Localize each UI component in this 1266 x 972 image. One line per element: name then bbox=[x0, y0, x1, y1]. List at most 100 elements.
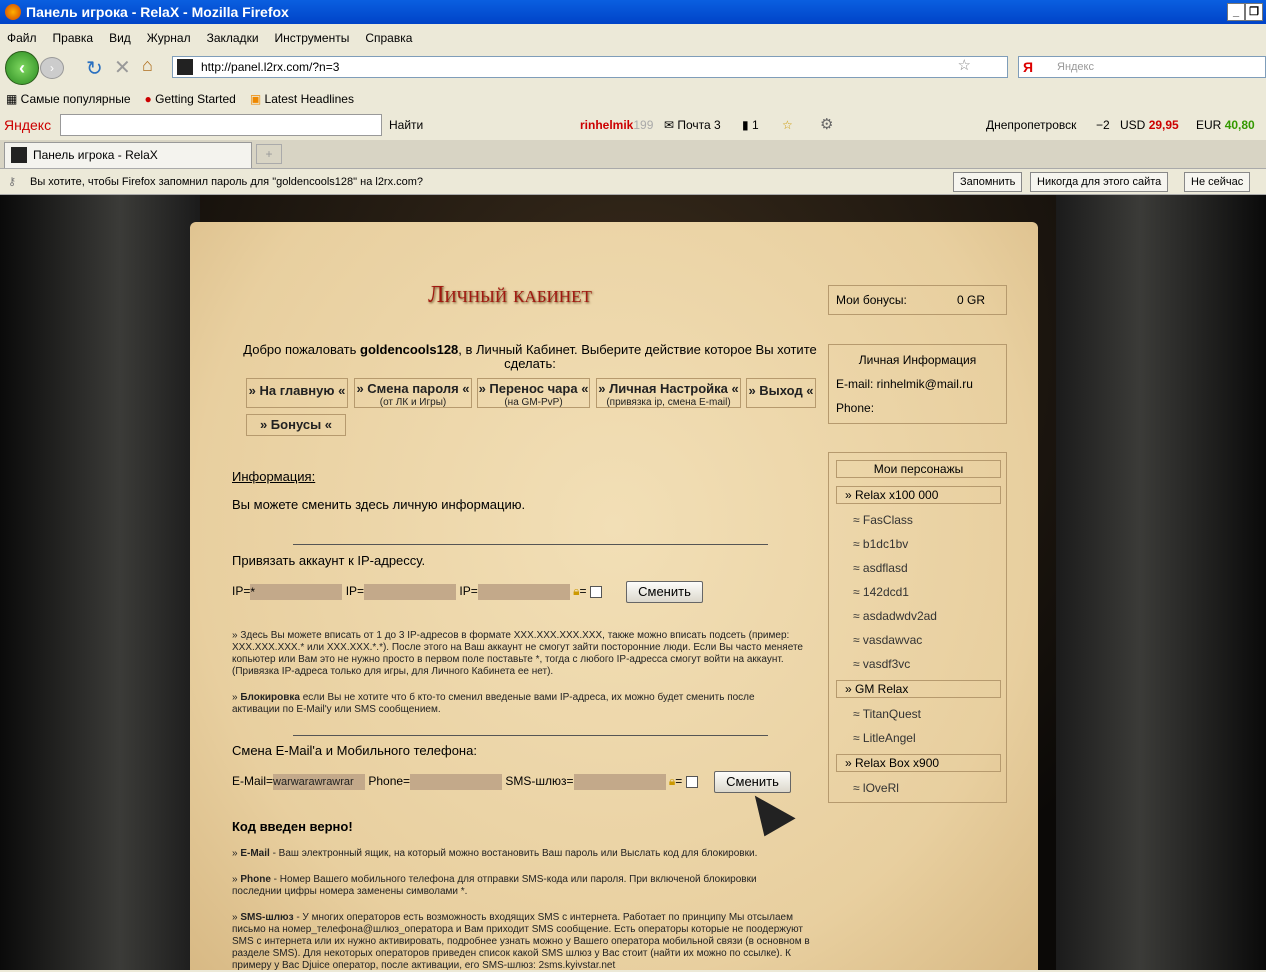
not-now-button[interactable]: Не сейчас bbox=[1184, 172, 1251, 192]
help-term: Phone bbox=[240, 874, 271, 885]
server-gm-relax[interactable]: » GM Relax bbox=[836, 680, 1001, 698]
mail-label: Почта 3 bbox=[677, 118, 721, 132]
minimize-button[interactable]: _ bbox=[1227, 3, 1245, 21]
yandex-search-input[interactable] bbox=[60, 114, 382, 136]
tab-label: Панель игрока - RelaX bbox=[33, 148, 158, 162]
char-item[interactable]: ≈ b1dc1bv bbox=[853, 537, 908, 551]
char-prefix: ≈ bbox=[853, 633, 863, 647]
forward-button[interactable]: › bbox=[40, 57, 64, 79]
nav-transfer-char[interactable]: » Перенос чара «(на GM-PvP) bbox=[477, 378, 590, 408]
bookmark-getting-started[interactable]: ● Getting Started bbox=[145, 88, 236, 110]
weather-city[interactable]: Днепропетровск bbox=[986, 112, 1076, 138]
personal-info-box: Личная Информация E-mail: rinhelmik@mail… bbox=[828, 344, 1007, 424]
menu-tools[interactable]: Инструменты bbox=[275, 26, 350, 50]
notification-count[interactable]: ▮ 1 bbox=[742, 112, 759, 138]
menu-edit[interactable]: Правка bbox=[53, 26, 94, 50]
nav-bonuses[interactable]: » Бонусы « bbox=[246, 414, 346, 436]
firefox-icon: ● bbox=[144, 92, 152, 106]
stop-icon[interactable]: ✕ bbox=[114, 55, 131, 80]
char-name: vasdawvac bbox=[862, 633, 923, 647]
window-title: Панель игрока - RelaX - Mozilla Firefox bbox=[26, 4, 289, 20]
mail-button[interactable]: ✉ Почта 3 bbox=[664, 112, 721, 138]
welcome-username: goldencools128 bbox=[360, 342, 459, 357]
eur-label: EUR bbox=[1196, 118, 1222, 132]
bookmark-latest-headlines[interactable]: ▣ Latest Headlines bbox=[250, 88, 354, 110]
nav-label: » Смена пароля « bbox=[356, 381, 470, 396]
ip-input-1[interactable]: * bbox=[250, 584, 343, 600]
gargoyle-left-image bbox=[0, 195, 200, 970]
yandex-logo[interactable]: Яндекс bbox=[4, 112, 51, 138]
menu-bar: Файл Правка Вид Журнал Закладки Инструме… bbox=[0, 26, 1266, 50]
menu-history[interactable]: Журнал bbox=[147, 26, 191, 50]
server-relax-x100000[interactable]: » Relax x100 000 bbox=[836, 486, 1001, 504]
char-item[interactable]: ≈ TitanQuest bbox=[853, 707, 921, 721]
bonus-value: 0 GR bbox=[957, 293, 986, 307]
nav-personal-settings[interactable]: » Личная Настройка «(привязка ip, смена … bbox=[596, 378, 741, 408]
char-name: 142dcd1 bbox=[862, 585, 909, 599]
yandex-user[interactable]: rinhelmik199 bbox=[580, 112, 653, 138]
back-button[interactable]: ‹ bbox=[5, 51, 39, 85]
yandex-find-button[interactable]: Найти bbox=[389, 112, 423, 138]
tab-panel[interactable]: Панель игрока - RelaX bbox=[4, 142, 252, 168]
divider bbox=[293, 735, 768, 736]
gear-icon[interactable]: ⚙ bbox=[820, 112, 833, 138]
menu-view[interactable]: Вид bbox=[109, 26, 131, 50]
never-button[interactable]: Никогда для этого сайта bbox=[1030, 172, 1169, 192]
ip-lock-checkbox[interactable] bbox=[589, 586, 602, 598]
url-text: http://panel.l2rx.com/?n=3 bbox=[201, 60, 340, 74]
bookmark-most-visited[interactable]: ▦ Самые популярные bbox=[6, 88, 131, 110]
char-item[interactable]: ≈ 142dcd1 bbox=[853, 585, 909, 599]
email-label: E-Mail= bbox=[232, 774, 274, 789]
nav-home[interactable]: » На главную « bbox=[246, 378, 348, 408]
new-tab-button[interactable]: + bbox=[256, 144, 282, 164]
ip-help-content: Здесь Вы можете вписать от 1 до 3 IP-адр… bbox=[232, 630, 803, 677]
char-name: TitanQuest bbox=[862, 707, 921, 721]
char-item[interactable]: ≈ FasClass bbox=[853, 513, 913, 527]
char-item[interactable]: ≈ LitleAngel bbox=[853, 731, 916, 745]
ip-input-2[interactable] bbox=[364, 584, 457, 600]
char-item[interactable]: ≈ asdadwdv2ad bbox=[853, 609, 937, 623]
menu-help[interactable]: Справка bbox=[365, 26, 412, 50]
firefox-icon bbox=[5, 4, 21, 20]
reload-icon[interactable]: ↻ bbox=[86, 56, 103, 81]
phone-input[interactable] bbox=[410, 774, 503, 790]
char-item[interactable]: ≈ vasdawvac bbox=[853, 633, 922, 647]
eur-value: 40,80 bbox=[1224, 118, 1255, 132]
home-icon[interactable]: ⌂ bbox=[142, 55, 153, 76]
nav-change-password[interactable]: » Смена пароля «(от ЛК и Игры) bbox=[354, 378, 472, 408]
notification-text: Вы хотите, чтобы Firefox запомнил пароль… bbox=[30, 176, 424, 188]
ip-heading: Привязать аккаунт к IP-адрессу. bbox=[232, 553, 426, 568]
char-item[interactable]: ≈ vasdf3vc bbox=[853, 657, 910, 671]
yandex-icon: Я bbox=[1023, 59, 1034, 75]
mail-form: E-Mail=warwarawrawrar Phone= SMS-шлюз= 🔒… bbox=[232, 774, 698, 790]
nav-logout[interactable]: » Выход « bbox=[746, 378, 816, 408]
menu-file[interactable]: Файл bbox=[7, 26, 37, 50]
search-input[interactable]: Я Яндекс bbox=[1018, 56, 1266, 78]
info-text: Вы можете сменить здесь личную информаци… bbox=[232, 497, 526, 512]
ip-input-3[interactable] bbox=[477, 584, 570, 600]
char-item[interactable]: ≈ lOveRl bbox=[853, 781, 899, 795]
char-item[interactable]: ≈ asdflasd bbox=[853, 561, 908, 575]
remember-button[interactable]: Запомнить bbox=[953, 172, 1023, 192]
star-icon[interactable]: ☆ bbox=[782, 112, 793, 138]
ip-change-button[interactable]: Сменить bbox=[626, 581, 703, 603]
title-bar: Панель игрока - RelaX - Mozilla Firefox … bbox=[0, 0, 1266, 24]
char-prefix: ≈ bbox=[853, 609, 863, 623]
email-input[interactable]: warwarawrawrar bbox=[273, 774, 366, 790]
char-prefix: ≈ bbox=[853, 657, 863, 671]
eur-rate: EUR 40,80 bbox=[1196, 112, 1255, 138]
bookmark-star-icon[interactable]: ☆ bbox=[958, 56, 971, 76]
address-bar[interactable]: http://panel.l2rx.com/?n=3 ☆ bbox=[172, 56, 1008, 78]
char-prefix: ≈ bbox=[853, 707, 863, 721]
server-relax-box-x900[interactable]: » Relax Box x900 bbox=[836, 754, 1001, 772]
menu-bookmarks[interactable]: Закладки bbox=[207, 26, 259, 50]
mail-lock-checkbox[interactable] bbox=[685, 776, 698, 788]
success-message: Код введен верно! bbox=[232, 819, 353, 834]
divider bbox=[293, 544, 768, 545]
ip-form: IP=* IP= IP= 🔒︎= bbox=[232, 584, 602, 600]
block-help-text: » Блокировка если Вы не хотите что б кто… bbox=[232, 692, 755, 715]
char-name: LitleAngel bbox=[862, 731, 916, 745]
sms-gateway-input[interactable] bbox=[573, 774, 666, 790]
usd-rate: USD 29,95 bbox=[1120, 112, 1179, 138]
restore-button[interactable]: ❐ bbox=[1245, 3, 1263, 21]
